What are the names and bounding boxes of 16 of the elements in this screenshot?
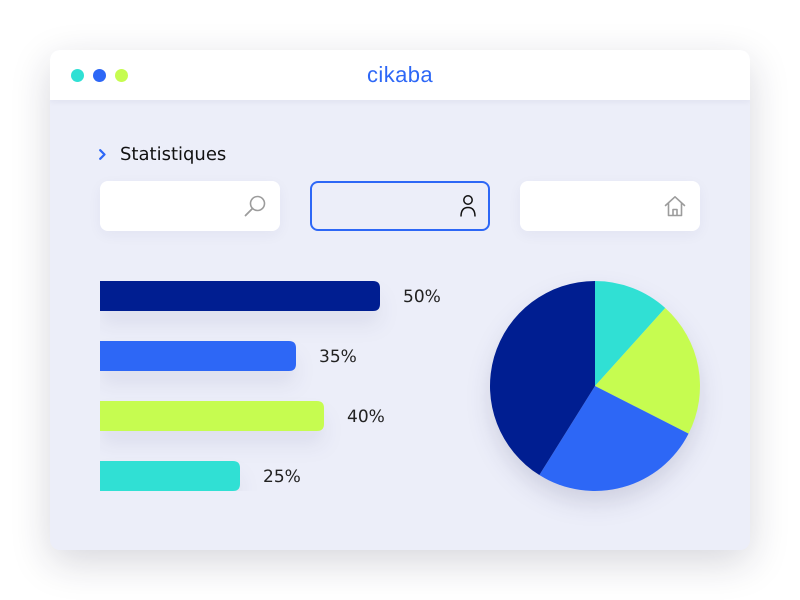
chevron-icon	[99, 148, 106, 160]
input-field[interactable]	[520, 181, 700, 231]
input-field[interactable]	[100, 181, 280, 231]
value-label: 50%	[403, 287, 441, 307]
home-icon	[664, 195, 686, 217]
window-dot-icon	[115, 68, 128, 82]
value-label: 25%	[263, 467, 301, 487]
window-dot-icon	[93, 68, 106, 82]
window-dot-icon	[71, 68, 84, 82]
section-heading: Statistiques	[120, 142, 226, 166]
input-field[interactable]	[310, 181, 490, 231]
window-title: cikaba	[367, 64, 433, 86]
value-label: 35%	[319, 347, 357, 367]
value-label: 40%	[347, 407, 385, 427]
search-icon	[244, 195, 266, 217]
user-icon	[460, 195, 476, 217]
